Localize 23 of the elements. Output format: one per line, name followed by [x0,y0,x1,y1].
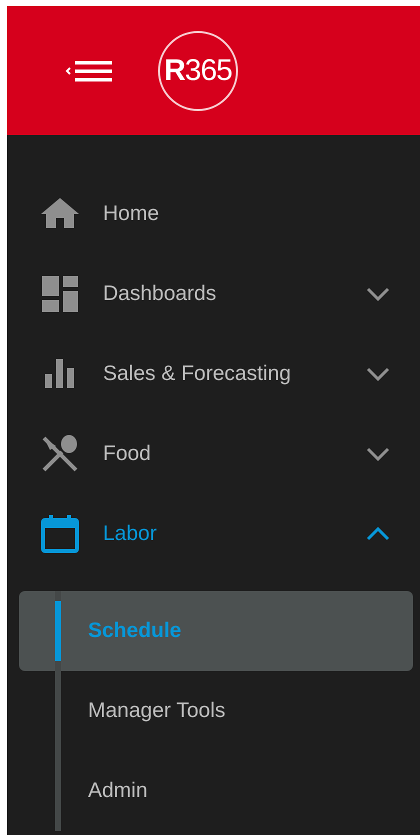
chevron-up-icon[interactable] [366,526,390,542]
nav-label: Food [103,442,152,466]
nav-item[interactable]: Sales & Forecasting [7,334,420,414]
chevron-down-icon[interactable] [366,446,390,462]
nav-item[interactable]: Dashboards [7,254,420,334]
submenu-item[interactable]: Admin [19,751,413,831]
chevron-down-icon[interactable] [366,366,390,382]
brand-logo[interactable]: R365 [158,30,238,110]
calendar-icon [40,514,80,554]
nav-item[interactable]: Food [7,414,420,494]
chevron-down-icon[interactable] [366,286,390,302]
dashboard-icon [40,274,80,314]
nav-item[interactable]: Home [7,174,420,254]
nav-label: Sales & Forecasting [103,362,292,386]
nav-label: Labor [103,522,158,546]
submenu-label: Manager Tools [88,699,226,723]
utensils-icon [40,434,80,474]
nav-label: Home [103,202,160,226]
submenu-item[interactable]: Manager Tools [19,671,413,751]
nav-label: Dashboards [103,282,218,306]
submenu-label: Admin [88,779,148,803]
submenu-label: Schedule [88,619,182,643]
nav-item[interactable]: Labor [7,494,420,574]
